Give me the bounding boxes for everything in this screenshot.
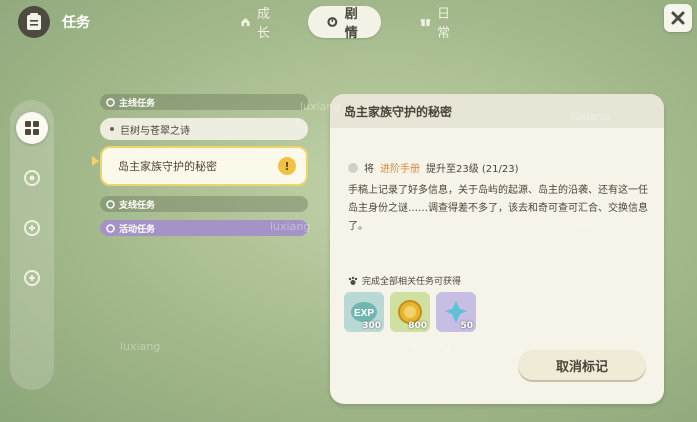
cancel-mark-button[interactable]: 取消标记 (518, 350, 646, 380)
reward-title: 完成全部相关任务可获得 (348, 274, 461, 287)
main-quest-icon (106, 97, 115, 107)
tab-daily[interactable]: 日常 (420, 6, 455, 41)
reward-title-label: 完成全部相关任务可获得 (362, 277, 462, 287)
event-quest-label: 活动任务 (119, 224, 156, 235)
goal-suffix: 提升至23级 (21/23) (426, 164, 519, 175)
page-title: 任务 (62, 15, 90, 31)
gift-icon (420, 19, 431, 27)
bag-badge-icon (24, 220, 40, 236)
reward-gem-count: 50 (460, 321, 473, 331)
grid-icon (25, 121, 39, 135)
shield-badge-icon (24, 170, 40, 186)
star-badge-icon (24, 270, 40, 286)
side-quest-section[interactable]: 支线任务 (100, 196, 308, 212)
category-rail (10, 100, 54, 390)
task-menu-icon (18, 6, 50, 38)
goal-link[interactable]: 进阶手册 (380, 160, 420, 175)
reward-coin-count: 800 (408, 321, 427, 331)
detail-title: 岛主家族守护的秘密 (330, 94, 664, 128)
bullet-icon (110, 127, 114, 131)
tab-story-label: 剧情 (344, 7, 358, 41)
reward-gem[interactable]: 50 (436, 292, 476, 332)
reward-exp[interactable]: EXP 300 (344, 292, 384, 332)
goal-check-icon (348, 162, 358, 173)
quest-item-label: 巨树与苍翠之诗 (120, 125, 190, 137)
rail-all-button[interactable] (16, 112, 48, 144)
quest-item-main[interactable]: 巨树与苍翠之诗 (100, 118, 308, 140)
main-quest-section[interactable]: 主线任务 (100, 94, 308, 110)
rail-main-button[interactable] (16, 162, 48, 194)
quest-item-selected-label: 岛主家族守护的秘密 (118, 160, 217, 173)
quest-detail-panel: 岛主家族守护的秘密 将进阶手册 提升至23级 (21/23) 手稿上记录了好多信息… (330, 94, 664, 404)
tab-growth-label: 成长 (257, 7, 271, 41)
alert-icon: ! (278, 157, 296, 175)
tab-daily-label: 日常 (437, 7, 451, 41)
main-quest-label: 主线任务 (119, 98, 156, 109)
event-quest-icon (106, 223, 115, 233)
quest-goal: 将进阶手册 提升至23级 (21/23) (348, 160, 519, 175)
rail-event-button[interactable] (16, 262, 48, 294)
svg-text:EXP: EXP (354, 308, 374, 319)
side-quest-icon (106, 199, 115, 209)
paw-icon (348, 276, 358, 285)
tab-story[interactable]: 剧情 (308, 6, 382, 41)
selection-pointer-icon (92, 156, 99, 166)
top-bar: 任务 成长 剧情 日常 (0, 0, 697, 42)
clock-icon (327, 17, 338, 27)
reward-list: EXP 300 800 50 (344, 292, 476, 332)
close-icon (671, 11, 685, 25)
goal-prefix: 将 (364, 164, 374, 175)
quest-description: 手稿上记录了好多信息，关于岛屿的起源、岛主的沿袭、还有这一任岛主身份之谜……调查… (348, 185, 648, 232)
tab-growth[interactable]: 成长 (240, 6, 275, 41)
reward-coin[interactable]: 800 (390, 292, 430, 332)
side-quest-label: 支线任务 (119, 200, 156, 211)
house-icon (241, 17, 250, 27)
close-button[interactable] (664, 4, 692, 32)
watermark: luxiang (120, 340, 161, 353)
rail-side-button[interactable] (16, 212, 48, 244)
reward-exp-count: 300 (362, 321, 381, 331)
quest-item-selected[interactable]: 岛主家族守护的秘密 ! (100, 146, 308, 186)
event-quest-section[interactable]: 活动任务 (100, 220, 308, 236)
